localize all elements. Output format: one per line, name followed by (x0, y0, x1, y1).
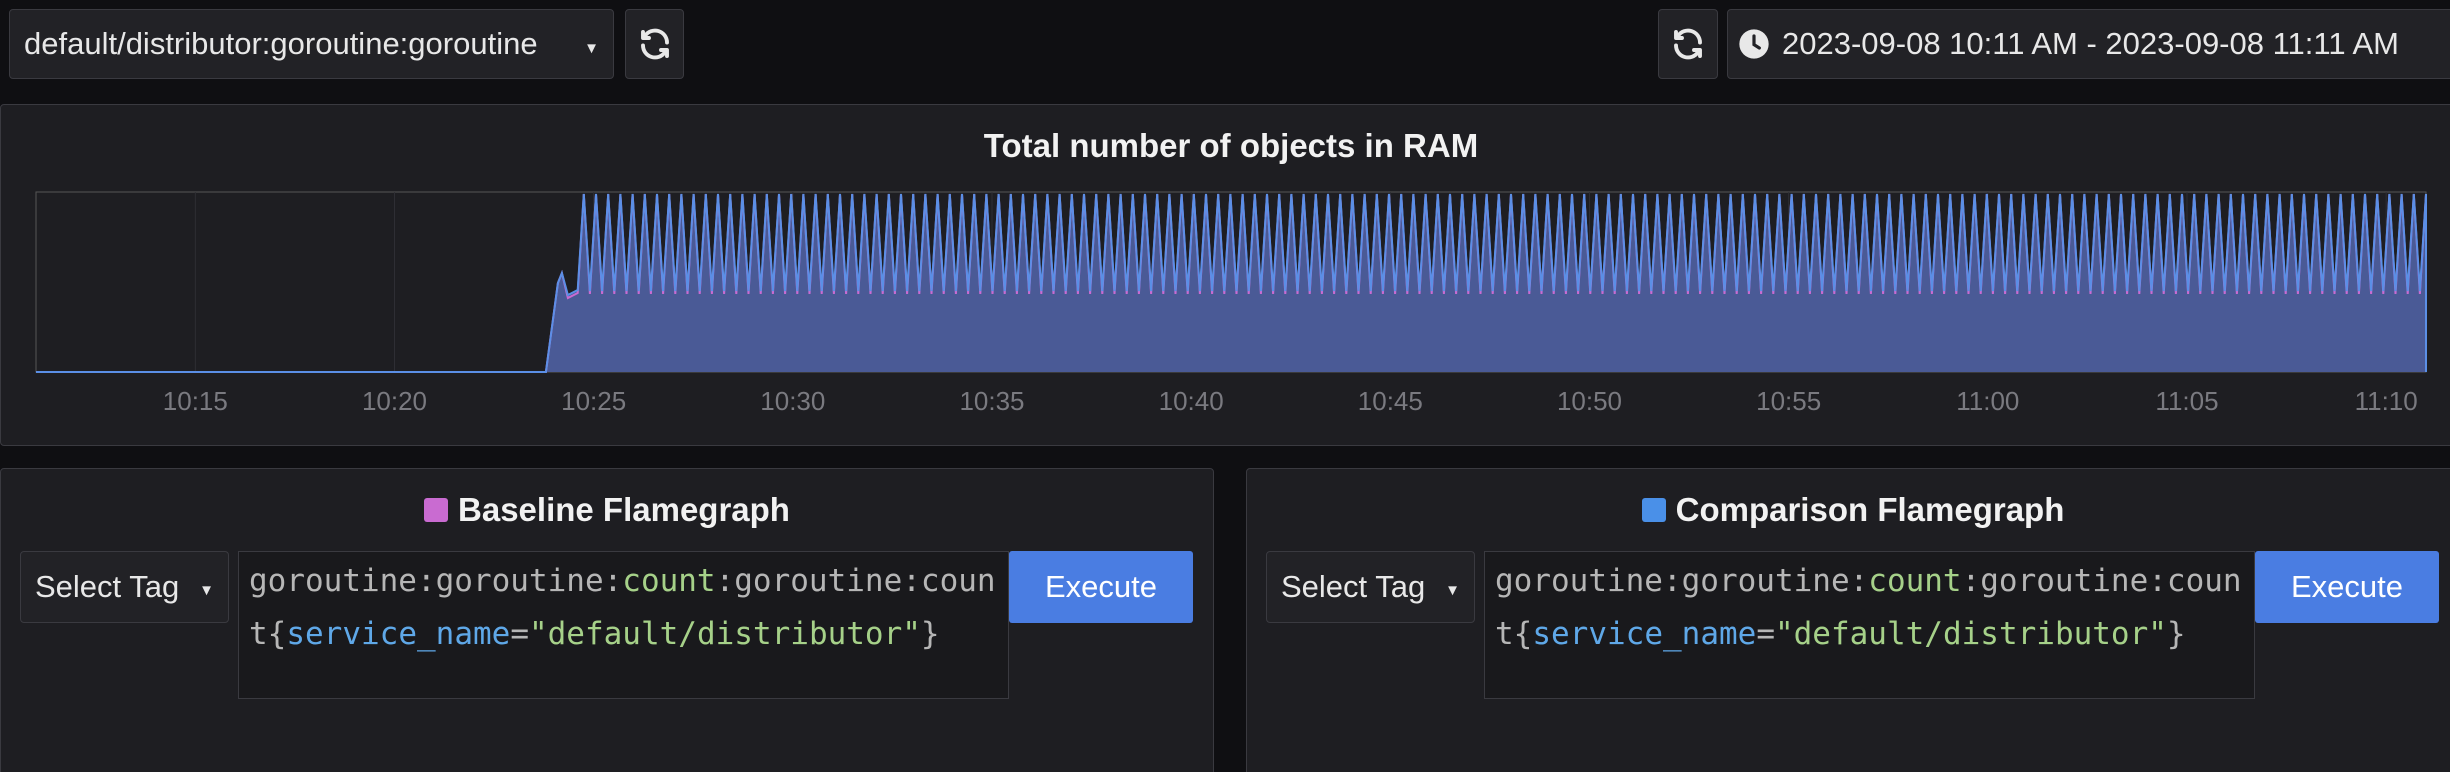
baseline-color-swatch (424, 498, 449, 522)
timeline-chart[interactable]: 10:15 10:20 10:25 10:30 10:35 10:40 10:45 10:50… (1, 105, 2450, 447)
x-tick-label: 11:05 (2155, 386, 2218, 416)
x-tick-label: 10:45 (1358, 386, 1423, 416)
chevron-down-icon: ▼ (1445, 582, 1460, 599)
x-tick-label: 10:35 (959, 386, 1024, 416)
query-part: "default/distributor" (528, 616, 921, 652)
chevron-down-icon: ▼ (584, 40, 599, 57)
comparison-select-tag-label: Select Tag (1281, 569, 1426, 604)
chevron-down-icon: ▼ (199, 582, 214, 599)
query-part: = (510, 616, 529, 652)
comparison-select-tag[interactable]: Select Tag ▼ (1266, 551, 1475, 623)
baseline-select-tag-label: Select Tag (35, 569, 180, 604)
x-tick-label: 10:15 (163, 386, 228, 416)
query-part: service_name (1532, 616, 1757, 652)
query-part: count (1868, 563, 1962, 599)
comparison-title: Comparison Flamegraph (1675, 491, 2065, 528)
x-tick-label: 11:10 (2355, 386, 2418, 416)
query-part: "default/distributor" (1774, 616, 2167, 652)
refresh-icon (1674, 28, 1702, 60)
baseline-title-row: Baseline Flamegraph (1, 491, 1213, 529)
x-tick-label: 10:30 (760, 386, 825, 416)
query-part: = (1756, 616, 1775, 652)
query-part: count (622, 563, 716, 599)
query-part: } (920, 616, 940, 652)
query-part: service_name (286, 616, 511, 652)
x-tick-label: 10:20 (362, 386, 427, 416)
query-part: { (267, 616, 287, 652)
refresh-button[interactable] (1658, 9, 1718, 79)
refresh-icon (640, 28, 669, 60)
timeline-panel: Total number of objects in RAM 10:15 10:2… (0, 104, 2450, 446)
query-part: } (2166, 616, 2186, 652)
comparison-execute-button[interactable]: Execute (2255, 551, 2439, 623)
x-tick-label: 10:25 (561, 386, 626, 416)
query-part: goroutine:goroutine: (249, 563, 623, 599)
clock-icon (1738, 28, 1770, 60)
comparison-query-input[interactable]: goroutine:goroutine:count:goroutine:coun… (1484, 551, 2255, 699)
x-tick-label: 10:50 (1557, 386, 1622, 416)
baseline-title: Baseline Flamegraph (458, 491, 790, 528)
refresh-apps-button[interactable] (625, 9, 684, 79)
query-part: goroutine:goroutine: (1495, 563, 1869, 599)
x-tick-label: 10:55 (1756, 386, 1821, 416)
x-tick-label: 10:40 (1159, 386, 1224, 416)
baseline-execute-button[interactable]: Execute (1009, 551, 1193, 623)
time-range-picker[interactable]: 2023-09-08 10:11 AM - 2023-09-08 11:11 A… (1727, 9, 2450, 79)
baseline-query-input[interactable]: goroutine:goroutine:count:goroutine:coun… (238, 551, 1009, 699)
comparison-title-row: Comparison Flamegraph (1247, 491, 2450, 529)
baseline-panel: Baseline Flamegraph Select Tag ▼ gorouti… (0, 468, 1214, 772)
time-range-label: 2023-09-08 10:11 AM - 2023-09-08 11:11 A… (1782, 26, 2399, 61)
baseline-select-tag[interactable]: Select Tag ▼ (20, 551, 229, 623)
comparison-color-swatch (1641, 498, 1666, 522)
x-tick-label: 11:00 (1956, 386, 2019, 416)
app-selector[interactable]: default/distributor:goroutine:goroutine … (9, 9, 614, 79)
query-part: { (1513, 616, 1533, 652)
comparison-panel: Comparison Flamegraph Select Tag ▼ gorou… (1246, 468, 2450, 772)
app-selector-label: default/distributor:goroutine:goroutine (24, 26, 538, 61)
